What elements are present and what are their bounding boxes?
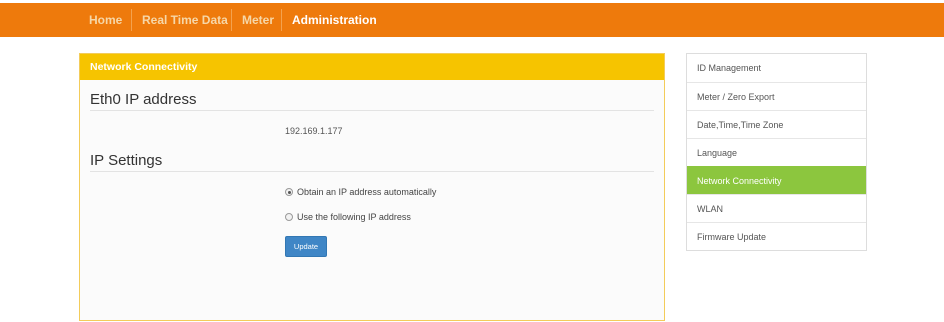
update-button[interactable]: Update [285, 236, 327, 257]
nav-real-time-data[interactable]: Real Time Data [142, 3, 228, 37]
sidebar-item-network-connectivity[interactable]: Network Connectivity [687, 166, 866, 194]
nav-meter[interactable]: Meter [242, 3, 274, 37]
nav-administration[interactable]: Administration [292, 3, 377, 37]
sidebar-item-id-management[interactable]: ID Management [687, 54, 866, 82]
ip-address-value: 192.169.1.177 [285, 126, 343, 136]
top-navbar: Home Real Time Data Meter Administration [0, 3, 944, 37]
sidebar-item-firmware-update[interactable]: Firmware Update [687, 222, 866, 250]
radio-unchecked-icon[interactable] [285, 213, 293, 221]
radio-label: Use the following IP address [297, 212, 411, 222]
panel-header: Network Connectivity [80, 54, 664, 80]
radio-checked-icon[interactable] [285, 188, 293, 196]
sidebar-item-language[interactable]: Language [687, 138, 866, 166]
sidebar-item-date-time-zone[interactable]: Date,Time,Time Zone [687, 110, 866, 138]
sidebar-item-wlan[interactable]: WLAN [687, 194, 866, 222]
nav-separator [231, 9, 232, 31]
radio-use-following-ip[interactable]: Use the following IP address [285, 212, 411, 222]
radio-label: Obtain an IP address automatically [297, 187, 437, 197]
nav-separator [131, 9, 132, 31]
divider [90, 110, 654, 111]
divider [90, 171, 654, 172]
ip-settings-title: IP Settings [90, 152, 163, 169]
eth0-ip-title: Eth0 IP address [90, 91, 197, 108]
sidebar-item-meter-zero-export[interactable]: Meter / Zero Export [687, 82, 866, 110]
radio-obtain-automatically[interactable]: Obtain an IP address automatically [285, 187, 436, 197]
network-connectivity-panel: Network Connectivity Eth0 IP address 192… [79, 53, 665, 321]
nav-separator [281, 9, 282, 31]
nav-home[interactable]: Home [89, 3, 122, 37]
admin-sidebar: ID Management Meter / Zero Export Date,T… [686, 53, 867, 251]
